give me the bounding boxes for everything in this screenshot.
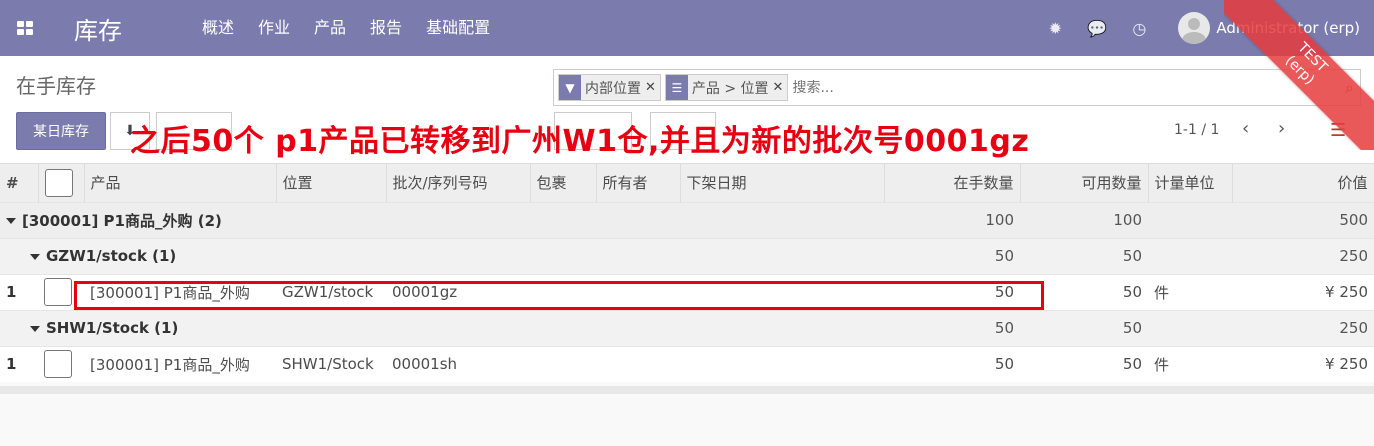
group-on-hand: 50 bbox=[884, 237, 1020, 274]
group-label: GZW1/stock (1) bbox=[46, 247, 177, 265]
row-index: 1 bbox=[0, 273, 38, 310]
activity-clock-icon[interactable]: ◷ bbox=[1118, 19, 1160, 38]
list-view-icon[interactable]: ☰ bbox=[1330, 120, 1346, 141]
user-avatar[interactable] bbox=[1178, 12, 1211, 44]
col-location[interactable]: 位置 bbox=[276, 164, 387, 202]
app-title: 库存 bbox=[74, 16, 122, 45]
group-row-location[interactable]: SHW1/Stock (1) 50 50 250 bbox=[0, 309, 1374, 346]
annotation-text: 之后50个 p1产品已转移到广州W1仓,并且为新的批次号0001gz bbox=[130, 124, 1030, 159]
menu-overview[interactable]: 概述 bbox=[202, 0, 246, 56]
pager-value[interactable]: 1-1 / 1 bbox=[1174, 122, 1219, 138]
menu-reporting[interactable]: 报告 bbox=[358, 0, 414, 56]
col-index: # bbox=[0, 164, 39, 202]
col-lot[interactable]: 批次/序列号码 bbox=[386, 164, 531, 202]
main-menu: 概述 作业 产品 报告 基础配置 bbox=[202, 0, 502, 56]
group-available: 50 bbox=[1020, 237, 1148, 274]
caret-down-icon bbox=[6, 218, 16, 224]
group-on-hand: 100 bbox=[884, 201, 1020, 238]
inventory-at-date-button[interactable]: 某日库存 bbox=[16, 112, 106, 150]
cell-value: ¥ 250 bbox=[1232, 345, 1374, 382]
remove-facet-icon[interactable]: ✕ bbox=[645, 80, 660, 95]
row-index: 1 bbox=[0, 345, 38, 382]
cell-product: [300001] P1商品_外购 bbox=[84, 345, 276, 382]
cell-value: ¥ 250 bbox=[1232, 273, 1374, 310]
group-row-location[interactable]: GZW1/stock (1) 50 50 250 bbox=[0, 237, 1374, 274]
row-checkbox[interactable] bbox=[44, 350, 72, 379]
group-row-product[interactable]: [300001] P1商品_外购 (2) 100 100 500 bbox=[0, 201, 1374, 238]
apps-menu-button[interactable] bbox=[0, 0, 50, 56]
debug-bug-icon[interactable]: ✹ bbox=[1034, 19, 1076, 38]
group-by-icon: ☰ bbox=[665, 75, 688, 100]
search-facet-filter: ▼ 内部位置 ✕ bbox=[558, 74, 661, 101]
search-box[interactable]: ▼ 内部位置 ✕ ☰ 产品 > 位置 ✕ ⌕ bbox=[553, 69, 1361, 106]
col-package[interactable]: 包裹 bbox=[530, 164, 597, 202]
col-on-hand[interactable]: 在手数量 bbox=[884, 164, 1021, 202]
col-product[interactable]: 产品 bbox=[84, 164, 277, 202]
group-value: 500 bbox=[1232, 201, 1374, 238]
cell-lot: 00001sh bbox=[386, 345, 530, 382]
cell-location: SHW1/Stock bbox=[276, 345, 386, 382]
table-header-row: # 产品 位置 批次/序列号码 包裹 所有者 下架日期 在手数量 可用数量 计量… bbox=[0, 164, 1374, 202]
cell-product: [300001] P1商品_外购 bbox=[84, 273, 276, 310]
checkbox[interactable] bbox=[44, 168, 73, 197]
row-checkbox[interactable] bbox=[44, 278, 72, 306]
remove-facet-icon[interactable]: ✕ bbox=[773, 80, 788, 95]
apps-grid-icon bbox=[17, 21, 33, 35]
search-facet-groupby: ☰ 产品 > 位置 ✕ bbox=[664, 74, 789, 101]
group-on-hand: 50 bbox=[884, 309, 1020, 346]
col-removal-date[interactable]: 下架日期 bbox=[680, 164, 885, 202]
cell-available: 50 bbox=[1020, 345, 1148, 382]
table-bottom-bar bbox=[0, 386, 1374, 394]
caret-down-icon bbox=[30, 253, 40, 260]
table-row[interactable]: 1 [300001] P1商品_外购 GZW1/stock 00001gz 50… bbox=[0, 273, 1374, 310]
filter-icon: ▼ bbox=[559, 75, 581, 100]
cell-lot: 00001gz bbox=[386, 273, 530, 310]
user-menu[interactable]: Administrator (erp) bbox=[1216, 19, 1360, 37]
breadcrumb: 在手库存 bbox=[16, 74, 96, 98]
menu-products[interactable]: 产品 bbox=[302, 0, 358, 56]
group-label: [300001] P1商品_外购 (2) bbox=[22, 211, 222, 230]
facet-label: 产品 > 位置 bbox=[691, 80, 769, 97]
menu-operations[interactable]: 作业 bbox=[246, 0, 302, 56]
top-navbar: 库存 概述 作业 产品 报告 基础配置 ✹ 💬 ◷ Administrator … bbox=[0, 0, 1374, 56]
pager-previous-icon[interactable]: ‹ bbox=[1242, 118, 1249, 139]
pager-next-icon[interactable]: › bbox=[1278, 118, 1285, 139]
table-row[interactable]: 1 [300001] P1商品_外购 SHW1/Stock 00001sh 50… bbox=[0, 345, 1374, 382]
group-available: 50 bbox=[1020, 309, 1148, 346]
navbar-systray: ✹ 💬 ◷ Administrator (erp) bbox=[1034, 0, 1374, 56]
cell-uom: 件 bbox=[1148, 345, 1232, 382]
caret-down-icon bbox=[30, 325, 40, 332]
cell-location: GZW1/stock bbox=[276, 273, 386, 310]
menu-configuration[interactable]: 基础配置 bbox=[414, 0, 502, 56]
group-available: 100 bbox=[1020, 201, 1148, 238]
col-owner[interactable]: 所有者 bbox=[596, 164, 681, 202]
search-input[interactable] bbox=[792, 79, 1213, 96]
select-all-checkbox[interactable] bbox=[38, 164, 85, 202]
messages-icon[interactable]: 💬 bbox=[1076, 19, 1118, 38]
facet-label: 内部位置 bbox=[585, 80, 641, 97]
search-icon[interactable]: ⌕ bbox=[1345, 78, 1354, 98]
group-value: 250 bbox=[1232, 309, 1374, 346]
group-label: SHW1/Stock (1) bbox=[46, 319, 179, 337]
col-available[interactable]: 可用数量 bbox=[1020, 164, 1149, 202]
cell-on-hand: 50 bbox=[884, 345, 1020, 382]
col-uom[interactable]: 计量单位 bbox=[1148, 164, 1233, 202]
cell-available: 50 bbox=[1020, 273, 1148, 310]
stock-table: # 产品 位置 批次/序列号码 包裹 所有者 下架日期 在手数量 可用数量 计量… bbox=[0, 164, 1374, 382]
cell-uom: 件 bbox=[1148, 273, 1232, 310]
group-value: 250 bbox=[1232, 237, 1374, 274]
col-value[interactable]: 价值 bbox=[1232, 164, 1374, 202]
cell-on-hand: 50 bbox=[884, 273, 1020, 310]
